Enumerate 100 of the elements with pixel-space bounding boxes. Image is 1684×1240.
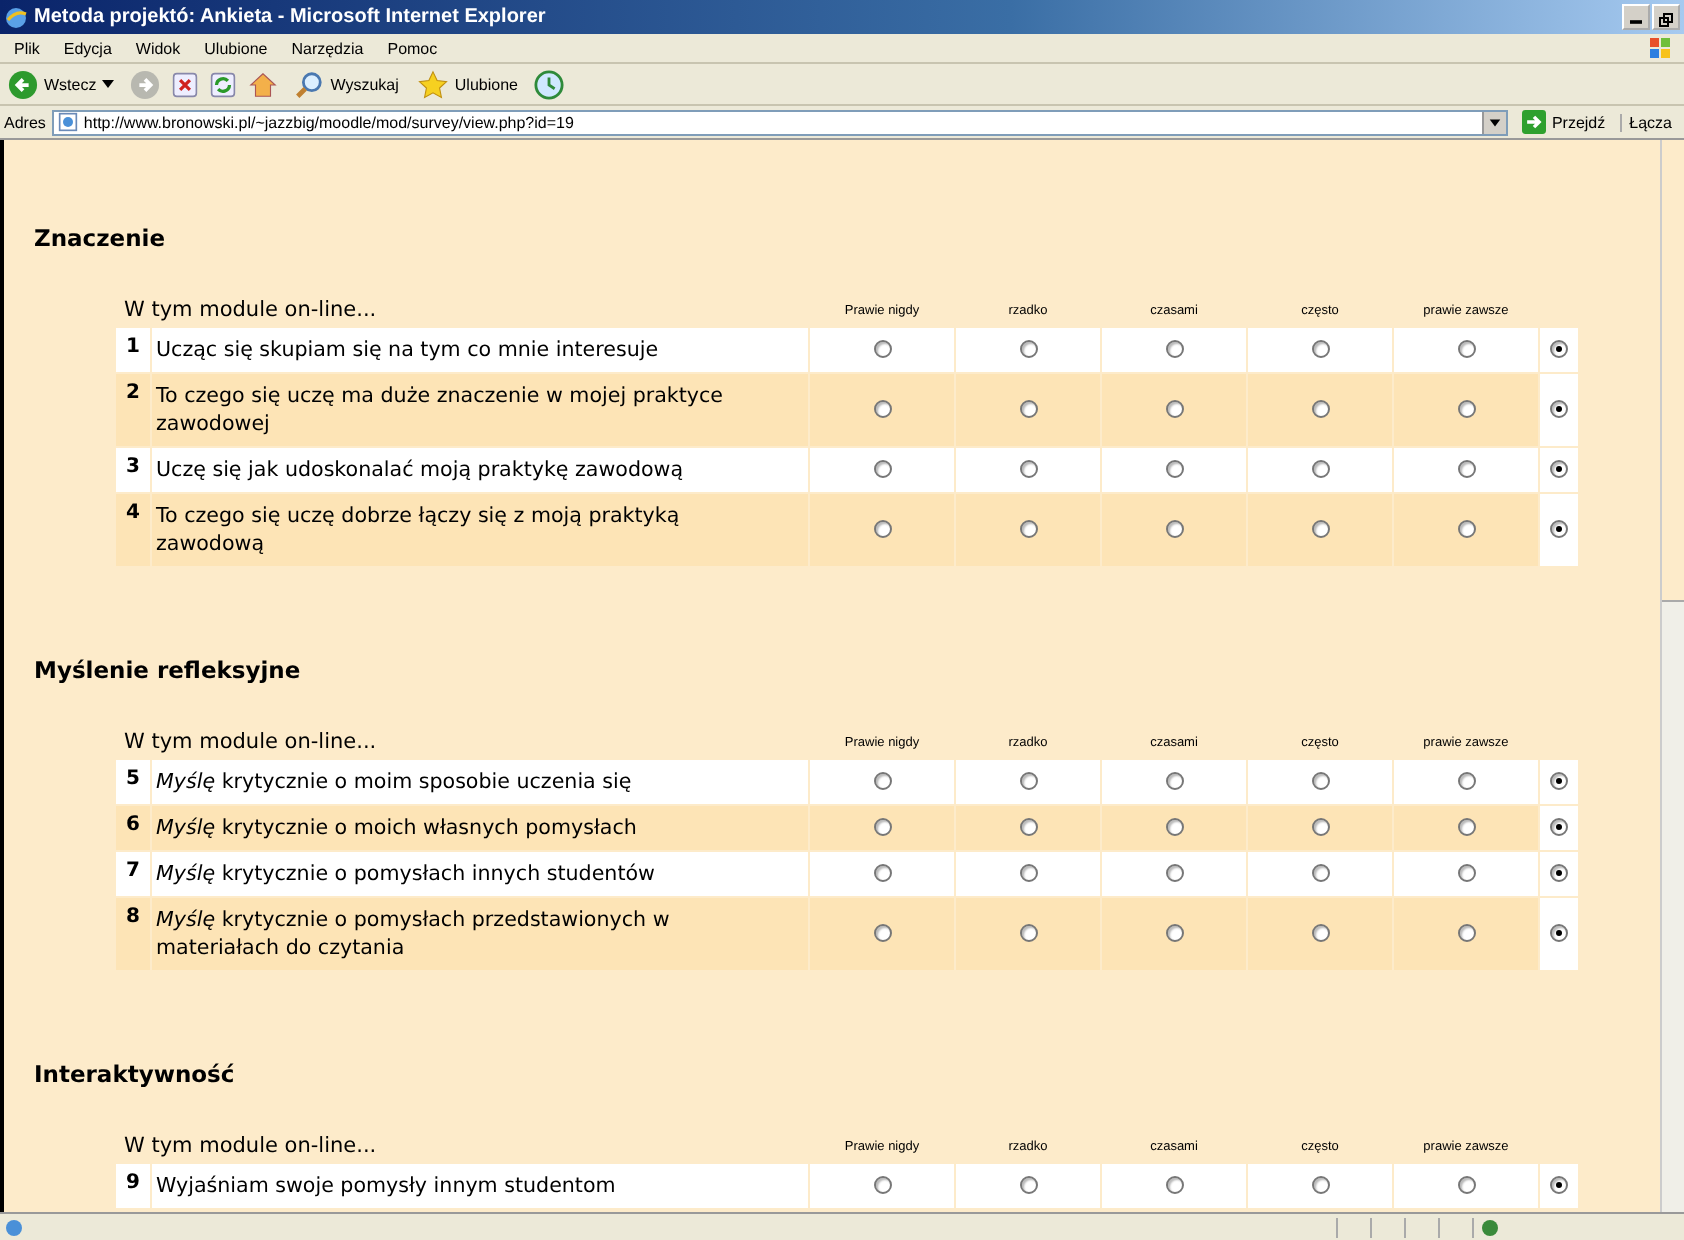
- radio-button[interactable]: [873, 1176, 891, 1195]
- radio-button[interactable]: [873, 864, 891, 883]
- radio-button[interactable]: [1550, 460, 1568, 479]
- radio-button[interactable]: [1457, 520, 1475, 539]
- menu-item[interactable]: Plik: [12, 39, 42, 57]
- section-heading: Interaktywność: [34, 1060, 237, 1088]
- radio-button[interactable]: [1165, 772, 1183, 791]
- radio-button[interactable]: [1550, 520, 1568, 539]
- radio-button[interactable]: [873, 460, 891, 479]
- scrollbar[interactable]: [1660, 140, 1684, 1212]
- menu-item[interactable]: Edycja: [61, 39, 114, 57]
- links-label[interactable]: Łącza: [1619, 113, 1680, 131]
- section-heading: Myślenie refleksyjne: [34, 656, 303, 684]
- address-label: Adres: [4, 113, 46, 131]
- radio-button[interactable]: [1550, 400, 1568, 419]
- radio-button[interactable]: [1457, 340, 1475, 359]
- radio-button[interactable]: [1457, 924, 1475, 943]
- radio-button[interactable]: [1019, 400, 1037, 419]
- question-number: 5: [116, 760, 150, 804]
- radio-button[interactable]: [1457, 1176, 1475, 1195]
- browser-icon: [4, 5, 28, 29]
- window-title: Metoda projektó: Ankieta - Microsoft Internet Explorer: [34, 6, 548, 28]
- search-icon: [294, 69, 325, 99]
- question-text: Myślę krytycznie o moim sposobie uczenia się: [152, 760, 808, 804]
- radio-button[interactable]: [1457, 864, 1475, 883]
- radio-button[interactable]: [1311, 520, 1329, 539]
- question-number: 2: [116, 374, 150, 446]
- menu-item[interactable]: Pomoc: [385, 39, 440, 57]
- radio-button[interactable]: [1165, 340, 1183, 359]
- question-text: To czego się uczę ma duże znaczenie w mojej praktyce zawodowej: [152, 374, 808, 446]
- question-header: W tym module on-line...: [122, 296, 379, 326]
- refresh-icon[interactable]: [210, 71, 237, 97]
- home-icon[interactable]: [248, 69, 279, 99]
- search-button[interactable]: Wyszukaj: [290, 69, 403, 99]
- question-text: Myślę krytycznie o pomysłach przedstawionych w materiałach do czytania: [152, 898, 808, 970]
- radio-button[interactable]: [1311, 340, 1329, 359]
- question-text: Uczę się jak udoskonalać moją praktykę zawodową: [152, 448, 808, 492]
- radio-button[interactable]: [1550, 772, 1568, 791]
- menu-item[interactable]: Narzędzia: [289, 39, 366, 57]
- radio-button[interactable]: [1019, 924, 1037, 943]
- question-text: To czego się uczę dobrze łączy się z moją praktyką zawodową: [152, 494, 808, 566]
- question-number: 7: [116, 852, 150, 896]
- favorites-button[interactable]: Ulubione: [414, 69, 522, 99]
- radio-button[interactable]: [1165, 460, 1183, 479]
- radio-button[interactable]: [1019, 818, 1037, 837]
- go-button[interactable]: Przejdź: [1513, 110, 1614, 134]
- menu-item[interactable]: Ulubione: [202, 39, 270, 57]
- radio-button[interactable]: [1311, 924, 1329, 943]
- radio-button[interactable]: [873, 818, 891, 837]
- go-arrow-icon: [1521, 110, 1546, 134]
- stop-icon[interactable]: [172, 71, 199, 97]
- question-header: W tym module on-line...: [122, 1132, 379, 1162]
- radio-button[interactable]: [1457, 818, 1475, 837]
- question-number: 4: [116, 494, 150, 566]
- question-header: W tym module on-line...: [122, 728, 379, 758]
- radio-button[interactable]: [1019, 864, 1037, 883]
- radio-button[interactable]: [873, 400, 891, 419]
- radio-button[interactable]: [873, 924, 891, 943]
- radio-button[interactable]: [1165, 400, 1183, 419]
- radio-button[interactable]: [1165, 818, 1183, 837]
- radio-button[interactable]: [1550, 1176, 1568, 1195]
- radio-button[interactable]: [1019, 1176, 1037, 1195]
- radio-button[interactable]: [1019, 340, 1037, 359]
- radio-button[interactable]: [1457, 772, 1475, 791]
- back-button[interactable]: Wstecz: [4, 69, 119, 99]
- radio-button[interactable]: [1550, 340, 1568, 359]
- question-number: 8: [116, 898, 150, 970]
- radio-button[interactable]: [1165, 520, 1183, 539]
- radio-button[interactable]: [1311, 818, 1329, 837]
- restore-button[interactable]: [1652, 4, 1680, 30]
- radio-button[interactable]: [1311, 1176, 1329, 1195]
- minimize-button[interactable]: [1622, 4, 1650, 30]
- radio-button[interactable]: [1311, 772, 1329, 791]
- radio-button[interactable]: [1311, 460, 1329, 479]
- history-icon[interactable]: [533, 69, 564, 99]
- menu-item[interactable]: Widok: [133, 39, 183, 57]
- question-number: 6: [116, 806, 150, 850]
- radio-button[interactable]: [873, 340, 891, 359]
- question-text: Wyjaśniam swoje pomysły innym studentom: [152, 1164, 808, 1208]
- section-heading: Znaczenie: [34, 224, 168, 252]
- radio-button[interactable]: [1019, 520, 1037, 539]
- radio-button[interactable]: [1457, 460, 1475, 479]
- radio-button[interactable]: [873, 520, 891, 539]
- radio-button[interactable]: [1550, 924, 1568, 943]
- radio-button[interactable]: [1550, 864, 1568, 883]
- radio-button[interactable]: [1165, 924, 1183, 943]
- radio-button[interactable]: [1311, 400, 1329, 419]
- question-text: Ucząc się skupiam się na tym co mnie interesuje: [152, 328, 808, 372]
- dropdown-arrow-icon: [1487, 115, 1502, 129]
- radio-button[interactable]: [1550, 818, 1568, 837]
- radio-button[interactable]: [873, 772, 891, 791]
- radio-button[interactable]: [1019, 460, 1037, 479]
- minimize-icon: [1630, 20, 1642, 24]
- radio-button[interactable]: [1457, 400, 1475, 419]
- radio-button[interactable]: [1165, 1176, 1183, 1195]
- address-field[interactable]: http://www.bronowski.pl/~jazzbig/moodle/mod/survey/view.php?id=19: [51, 109, 1508, 135]
- radio-button[interactable]: [1019, 772, 1037, 791]
- radio-button[interactable]: [1165, 864, 1183, 883]
- radio-button[interactable]: [1311, 864, 1329, 883]
- question-text: Myślę krytycznie o pomysłach innych studentów: [152, 852, 808, 896]
